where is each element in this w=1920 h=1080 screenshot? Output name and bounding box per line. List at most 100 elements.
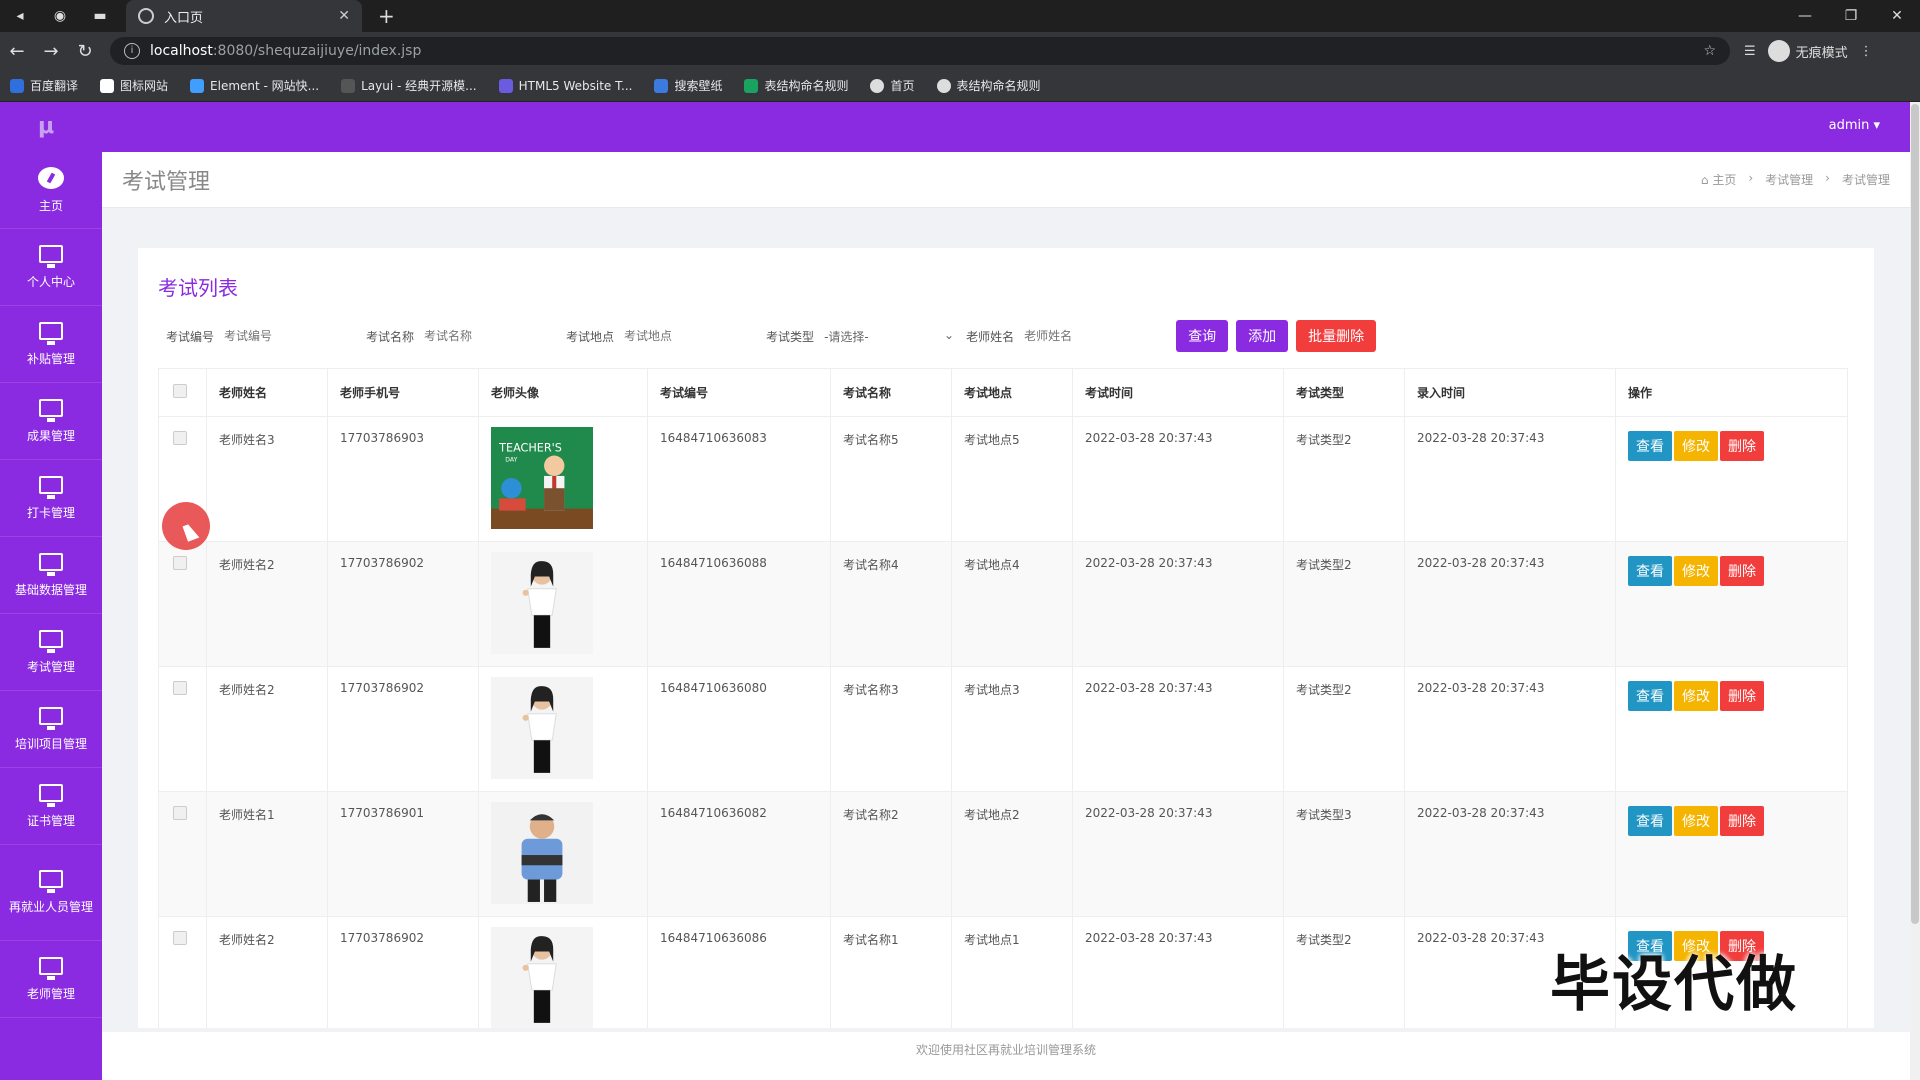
batch-delete-button[interactable]: 批量删除 [1296, 320, 1377, 352]
view-button[interactable]: 查看 [1628, 556, 1672, 586]
edit-button[interactable]: 修改 [1674, 556, 1718, 586]
cell-exam-time: 2022-03-28 20:37:43 [1072, 666, 1284, 792]
view-button[interactable]: 查看 [1628, 806, 1672, 836]
exam-list-panel: 考试列表 考试编号 考试名称 考试地点 考试类型 -请选择- ⌄ 老师姓名 查询… [138, 248, 1874, 1028]
cell-exam-time: 2022-03-28 20:37:43 [1072, 541, 1284, 667]
monitor-icon [39, 956, 63, 980]
element-icon [190, 78, 205, 93]
window-close-icon[interactable]: ✕ [1874, 8, 1920, 24]
menu-icon[interactable]: ⋮ [1860, 44, 1873, 59]
row-checkbox[interactable] [173, 431, 187, 445]
edit-button[interactable]: 修改 [1674, 806, 1718, 836]
sidebar-item-teacher[interactable]: 老师管理 [0, 941, 102, 1018]
cell-exam-time: 2022-03-28 20:37:43 [1072, 916, 1284, 1028]
sidebar-item-basedata[interactable]: 基础数据管理 [0, 537, 102, 614]
monitor-icon [39, 321, 63, 345]
page-scrollbar[interactable] [1910, 102, 1920, 1080]
edit-button[interactable]: 修改 [1674, 681, 1718, 711]
forward-icon[interactable]: → [34, 41, 68, 62]
sidebar-item-training[interactable]: 培训项目管理 [0, 691, 102, 768]
bookmark-item[interactable]: Layui - 经典开源模... [341, 77, 477, 94]
exam-no-input[interactable] [224, 329, 335, 343]
breadcrumb-item[interactable]: 考试管理 [1765, 171, 1813, 188]
footer: 欢迎使用社区再就业培训管理系统 [102, 1032, 1910, 1080]
cell-exam-no: 16484710636086 [647, 916, 831, 1028]
bookmark-item[interactable]: HTML5 Website T... [498, 78, 632, 93]
cell-exam-name: 考试名称4 [830, 541, 952, 667]
cell-exam-name: 考试名称2 [830, 791, 952, 917]
teachers-day-poster-icon: TEACHER'S DAY [491, 427, 593, 529]
incognito-badge[interactable]: 无痕模式 [1767, 40, 1848, 62]
info-icon[interactable]: i [124, 43, 140, 59]
cell-exam-type: 考试类型2 [1283, 916, 1405, 1028]
row-checkbox[interactable] [173, 931, 187, 945]
cell-teacher-avatar [478, 666, 648, 792]
sidebar-item-profile[interactable]: 个人中心 [0, 229, 102, 306]
cell-exam-place: 考试地点3 [951, 666, 1073, 792]
teacher-input[interactable] [1024, 329, 1145, 343]
delete-button[interactable]: 删除 [1720, 431, 1764, 461]
cell-exam-place: 考试地点1 [951, 916, 1073, 1028]
url-field[interactable]: i localhost :8080/shequzaijiuye/index.js… [110, 37, 1730, 65]
restore-icon[interactable]: ❐ [1828, 8, 1874, 24]
cell-actions: 查看 修改 删除 [1615, 791, 1848, 917]
back-icon[interactable]: ← [0, 41, 34, 62]
row-checkbox[interactable] [173, 806, 187, 820]
select-all-checkbox[interactable] [173, 384, 187, 398]
sidebar-item-reemployed[interactable]: 再就业人员管理 [0, 845, 102, 941]
exam-name-input[interactable] [424, 329, 535, 343]
sidebar-item-checkin[interactable]: 打卡管理 [0, 460, 102, 537]
reading-list-icon[interactable]: ☰ [1744, 44, 1756, 59]
audio-icon[interactable]: ◂ [0, 0, 40, 32]
breadcrumb-home[interactable]: ⌂ 主页 [1701, 171, 1736, 188]
scrollbar-thumb[interactable] [1911, 104, 1919, 924]
bookmark-item[interactable]: 表结构命名规则 [936, 77, 1041, 94]
sidebar-item-results[interactable]: 成果管理 [0, 383, 102, 460]
chrome-icon[interactable]: ◉ [40, 0, 80, 32]
exam-type-select[interactable]: -请选择- ⌄ [824, 328, 954, 345]
row-checkbox[interactable] [173, 556, 187, 570]
close-icon[interactable]: ✕ [338, 8, 350, 24]
new-tab-icon[interactable]: + [378, 4, 395, 28]
table-row: 老师姓名1 17703786901 16484710636082 考试名称2 考试地点2… [158, 791, 1848, 917]
wallpaper-icon [654, 78, 669, 93]
cell-exam-type: 考试类型3 [1283, 791, 1405, 917]
bookmark-item[interactable]: 百度翻译 [10, 77, 78, 94]
bookmark-item[interactable]: 表结构命名规则 [744, 77, 848, 94]
tab-group-icon[interactable]: ▬ [80, 0, 120, 32]
reload-icon[interactable]: ↻ [68, 41, 102, 62]
user-menu[interactable]: admin ▾ [1829, 118, 1880, 133]
browser-tab[interactable]: 入口页 ✕ [126, 0, 362, 32]
row-select-cell [158, 791, 207, 917]
exam-place-input[interactable] [624, 329, 735, 343]
cell-exam-name: 考试名称3 [830, 666, 952, 792]
html5-icon [498, 78, 513, 93]
incognito-label: 无痕模式 [1795, 45, 1848, 61]
sidebar-item-certificate[interactable]: 证书管理 [0, 768, 102, 845]
delete-button[interactable]: 删除 [1720, 806, 1764, 836]
bookmark-item[interactable]: 图标网站 [100, 77, 168, 94]
row-checkbox[interactable] [173, 681, 187, 695]
edit-button[interactable]: 修改 [1674, 431, 1718, 461]
bookmark-item[interactable]: Element - 网站快... [190, 77, 319, 94]
cell-exam-type: 考试类型2 [1283, 666, 1405, 792]
row-select-cell [158, 666, 207, 792]
delete-button[interactable]: 删除 [1720, 681, 1764, 711]
star-icon[interactable]: ☆ [1703, 43, 1716, 59]
cell-exam-no: 16484710636080 [647, 666, 831, 792]
breadcrumb-separator: › [1825, 171, 1830, 185]
sidebar-item-subsidy[interactable]: 补贴管理 [0, 306, 102, 383]
delete-button[interactable]: 删除 [1720, 556, 1764, 586]
search-button[interactable]: 查询 [1176, 320, 1229, 352]
sidebar-item-exam[interactable]: 考试管理 [0, 614, 102, 691]
minimize-icon[interactable]: — [1782, 8, 1828, 24]
bookmark-item[interactable]: 首页 [870, 77, 915, 94]
bookmark-item[interactable]: 搜索壁纸 [654, 77, 722, 94]
view-button[interactable]: 查看 [1628, 431, 1672, 461]
add-button[interactable]: 添加 [1236, 320, 1289, 352]
cell-teacher-phone: 17703786901 [327, 791, 479, 917]
cell-actions: 查看 修改 删除 [1615, 666, 1848, 792]
sidebar-item-home[interactable]: 主页 [0, 152, 102, 229]
view-button[interactable]: 查看 [1628, 681, 1672, 711]
cell-created-time: 2022-03-28 20:37:43 [1404, 416, 1616, 542]
